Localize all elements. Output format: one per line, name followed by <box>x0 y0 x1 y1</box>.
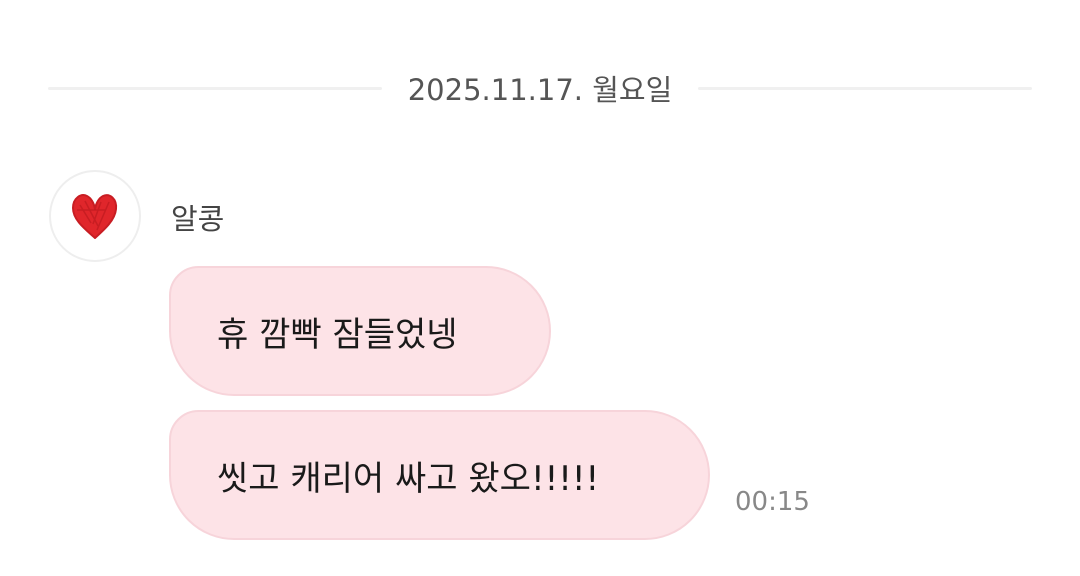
message-bubble[interactable]: 휴 깜빡 잠들었넹 <box>169 266 551 396</box>
message-text: 씻고 캐리어 싸고 왔오!!!!! <box>217 458 600 499</box>
message-text: 휴 깜빡 잠들었넹 <box>217 314 458 355</box>
sender-name: 알콩 <box>171 202 225 236</box>
date-divider: 2025.11.17. 월요일 <box>48 66 1032 110</box>
divider-line-left <box>48 86 382 90</box>
date-label: 2025.11.17. 월요일 <box>407 73 673 107</box>
avatar[interactable] <box>49 170 141 262</box>
message-timestamp: 00:15 <box>735 487 810 517</box>
message-bubble[interactable]: 씻고 캐리어 싸고 왔오!!!!! <box>169 410 710 540</box>
divider-line-right <box>698 86 1032 90</box>
chat-screen: 2025.11.17. 월요일 알콩 휴 깜빡 잠들었넹 씻고 캐리어 싸고 왔… <box>0 0 1080 576</box>
red-heart-icon <box>72 194 118 239</box>
